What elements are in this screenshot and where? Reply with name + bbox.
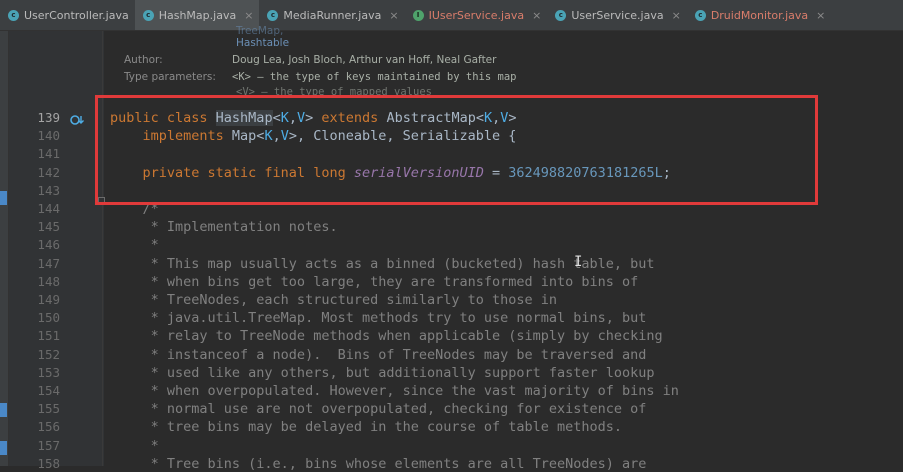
comment-line[interactable]: * normal use are not overpopulated, chec… [110,401,647,417]
line-number: 153 [37,364,60,380]
line-number: 146 [37,237,60,253]
author-key: Author: [124,54,163,66]
tab-label: UserController.java [24,8,129,22]
line-number: 157 [37,437,60,453]
comment-line[interactable]: * when overpopulated. However, since the… [110,383,679,399]
tab-iuserservice[interactable]: I IUserService.java × [405,0,548,30]
comment-line[interactable]: * java.util.TreeMap. Most methods try to… [110,310,647,326]
comment-line[interactable]: * Tree bins (i.e., bins whose elements a… [110,456,647,472]
tool-window-marker[interactable] [0,441,7,455]
close-icon[interactable]: × [672,9,681,22]
line-number: 149 [37,292,60,307]
comment-line[interactable]: * relay to TreeNode methods when applica… [110,328,663,344]
comment-line[interactable]: * TreeNodes, each structured similarly t… [110,292,557,308]
see-link-treemap[interactable]: TreeMap, [236,25,283,37]
line-number: 150 [37,310,60,326]
tab-label: UserService.java [571,8,664,22]
line-number: 139 [37,110,60,125]
class-icon: c [8,9,19,21]
comment-line[interactable]: * This map usually acts as a binned (buc… [110,256,655,272]
comment-line[interactable]: * used like any others, but additionally… [110,365,655,381]
left-tool-strip [0,31,9,466]
author-value: Doug Lea, Josh Bloch, Arthur van Hoff, N… [232,54,497,66]
line-number: 140 [37,128,60,144]
comment-line[interactable]: * [110,438,159,454]
comment-line[interactable]: * [110,237,159,253]
line-number: 147 [37,255,60,271]
line-number: 152 [37,346,60,362]
line-number: 145 [37,219,60,235]
line-number: 155 [37,401,60,417]
comment-line[interactable]: * when bins get too large, they are tran… [110,274,639,290]
line-number: 158 [37,455,60,471]
close-icon[interactable]: × [244,9,253,22]
comment-line[interactable]: * instanceof a node). Bins of TreeNodes … [110,347,647,363]
tab-userservice[interactable]: c UserService.java × [547,0,687,30]
line-number: 151 [37,328,60,344]
class-icon: c [555,9,567,21]
tool-window-marker[interactable] [0,191,7,205]
tab-label: DruidMonitor.java [710,8,809,22]
class-icon: c [267,9,279,21]
close-icon[interactable]: × [816,9,825,22]
line-number: 144 [37,201,60,216]
class-icon: c [694,9,706,21]
tab-label: MediaRunner.java [283,8,382,22]
tab-label: HashMap.java [158,8,237,22]
line-number: 156 [37,419,60,435]
line-number: 142 [37,164,60,180]
tab-usercontroller[interactable]: c UserController.java [0,0,135,30]
text-cursor-icon: I [574,254,583,270]
close-icon[interactable]: × [532,9,541,22]
line-number: 143 [37,182,60,198]
type-param-k: <K> – the type of keys maintained by thi… [232,71,517,83]
editor-tab-bar: c UserController.java c HashMap.java × c… [0,0,903,31]
line-number: 154 [37,383,60,398]
line-number: 148 [37,273,60,289]
highlight-box [95,95,818,205]
implementation-marker-icon[interactable] [70,111,88,130]
tab-druidmonitor[interactable]: c DruidMonitor.java × [687,0,832,30]
line-number: 141 [37,146,60,162]
see-link-hashtable[interactable]: Hashtable [236,37,289,49]
comment-line[interactable]: * tree bins may be delayed in the course… [110,419,622,435]
tool-window-marker[interactable] [0,403,7,417]
type-params-key: Type parameters: [124,71,216,83]
comment-line[interactable]: * Implementation notes. [110,219,338,235]
interface-icon: I [412,9,424,21]
close-icon[interactable]: × [389,9,398,22]
tab-label: IUserService.java [428,8,525,22]
class-icon: c [142,9,154,21]
